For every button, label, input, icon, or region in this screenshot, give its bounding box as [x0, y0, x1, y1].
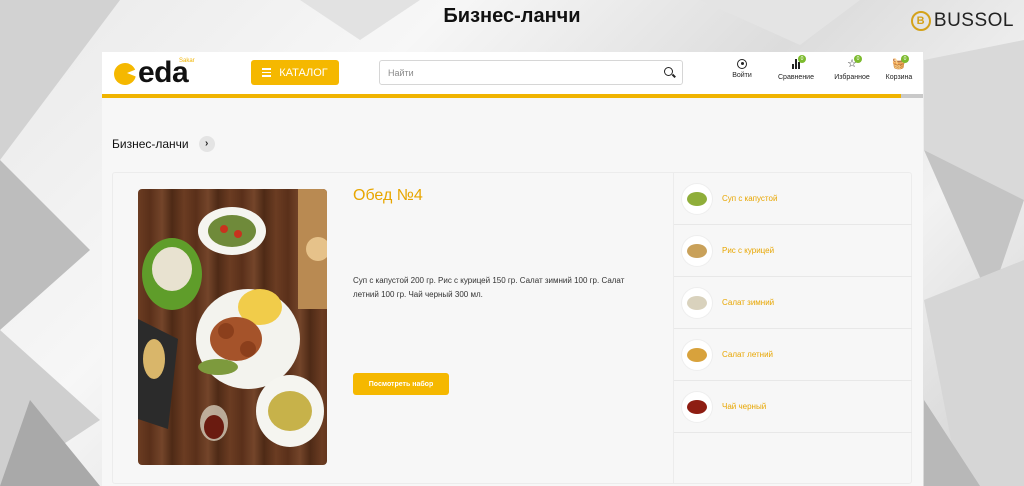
catalog-button[interactable]: КАТАЛОГ — [251, 60, 339, 85]
cart-label: Корзина — [885, 74, 913, 81]
breadcrumb-label: Бизнес-ланчи — [112, 137, 189, 151]
soup-bowl-icon — [682, 183, 712, 214]
favorites-button[interactable]: ☆ 0 Избранное — [829, 55, 875, 81]
list-item[interactable]: Суп с капустой — [674, 173, 912, 225]
meal-illustration — [138, 189, 327, 447]
view-set-button[interactable]: Посмотреть набор — [353, 373, 449, 395]
salad-bowl-icon — [682, 287, 712, 318]
catalog-label: КАТАЛОГ — [279, 66, 328, 79]
product-title: Обед №4 — [353, 187, 423, 204]
cart-count-badge: 0 — [901, 55, 909, 63]
logo-small-text: Sakar — [179, 58, 195, 64]
login-button[interactable]: Войти — [725, 56, 759, 81]
item-label: Рис с курицей — [722, 246, 775, 255]
list-item[interactable]: Чай черный — [674, 381, 912, 433]
list-item[interactable]: Салат зимний — [674, 277, 912, 329]
user-icon — [737, 59, 747, 69]
item-label: Суп с капустой — [722, 194, 778, 203]
search-input[interactable] — [380, 61, 658, 84]
item-label: Салат летний — [722, 350, 774, 359]
website-page: eda Sakar КАТАЛОГ Войти 0 Сравнение ☆ 0 — [102, 52, 923, 486]
compare-count-badge: 0 — [798, 55, 806, 63]
favorites-label: Избранное — [834, 74, 870, 81]
breadcrumb: Бизнес-ланчи › — [112, 136, 215, 152]
site-logo[interactable]: eda Sakar — [114, 58, 195, 88]
header-actions: Войти 0 Сравнение ☆ 0 Избранное 🧺 0 Корз… — [725, 55, 917, 81]
brand-name: BUSSOL — [933, 10, 1014, 31]
search-box — [379, 60, 683, 85]
compare-label: Сравнение — [778, 74, 814, 81]
salad-plate-icon — [682, 339, 712, 370]
chevron-right-icon[interactable]: › — [198, 136, 215, 152]
rice-plate-icon — [682, 235, 712, 266]
favorites-count-badge: 0 — [854, 55, 862, 63]
login-label: Войти — [732, 72, 752, 79]
brand-mark-icon: B — [910, 11, 931, 31]
list-item[interactable]: Рис с курицей — [674, 225, 912, 277]
compare-button[interactable]: 0 Сравнение — [771, 55, 821, 81]
header-accent-bar — [102, 94, 923, 98]
product-photo[interactable] — [138, 189, 327, 465]
set-items-list: Суп с капустой Рис с курицей Салат зимни… — [673, 173, 912, 483]
search-icon[interactable] — [658, 61, 682, 84]
brand-logo: B BUSSOL — [910, 10, 1014, 32]
site-header: eda Sakar КАТАЛОГ Войти 0 Сравнение ☆ 0 — [102, 52, 923, 98]
list-item[interactable]: Салат летний — [674, 329, 912, 381]
slide-title: Бизнес-ланчи — [443, 5, 581, 27]
item-label: Чай черный — [722, 402, 767, 411]
logo-pacman-icon — [114, 63, 136, 85]
menu-list-icon — [262, 68, 272, 77]
product-card: Обед №4 Суп с капустой 200 гр. Рис с кур… — [112, 172, 912, 484]
product-description: Суп с капустой 200 гр. Рис с курицей 150… — [353, 276, 625, 299]
tea-cup-icon — [682, 391, 712, 422]
cart-button[interactable]: 🧺 0 Корзина — [881, 55, 917, 81]
item-label: Салат зимний — [722, 298, 775, 307]
